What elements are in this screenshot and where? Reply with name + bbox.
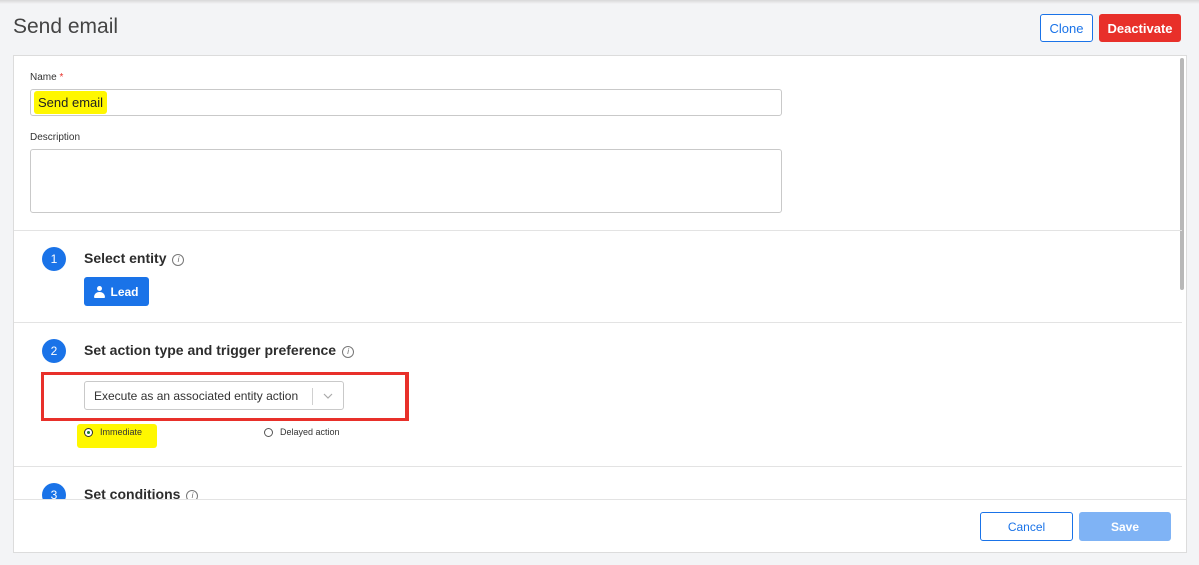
page-title: Send email: [13, 15, 119, 38]
entity-lead-button[interactable]: Lead: [84, 277, 149, 306]
radio-immediate-control[interactable]: [84, 427, 93, 437]
scrollbar[interactable]: [1178, 56, 1186, 496]
radio-delayed-action[interactable]: Delayed action: [264, 427, 340, 437]
user-icon: [94, 285, 106, 298]
radio-immediate[interactable]: Immediate: [84, 427, 142, 437]
action-type-selected: Execute as an associated entity action: [94, 388, 299, 403]
description-textarea[interactable]: [30, 149, 782, 213]
action-type-select[interactable]: Execute as an associated entity action: [84, 381, 344, 410]
step-2-badge: 2: [42, 339, 66, 363]
chevron-down-icon[interactable]: [321, 389, 334, 402]
topbar-shadow: [0, 0, 1199, 4]
entity-lead-label: Lead: [110, 284, 139, 299]
section-divider: [14, 322, 1182, 323]
step-1-title: Select entity i: [84, 250, 185, 266]
clone-button[interactable]: Clone: [1040, 14, 1093, 42]
scrollbar-thumb[interactable]: [1180, 58, 1184, 290]
name-input-value: Send email: [34, 91, 108, 114]
section-divider: [14, 230, 1182, 231]
cancel-button[interactable]: Cancel: [980, 512, 1073, 541]
name-input[interactable]: Send email: [30, 89, 782, 116]
info-icon[interactable]: i: [342, 346, 355, 358]
select-separator: [312, 388, 313, 405]
step-1-badge: 1: [42, 247, 66, 271]
radio-delayed-action-control[interactable]: [264, 427, 273, 437]
save-button[interactable]: Save: [1079, 512, 1171, 541]
name-label: Name *: [30, 72, 64, 83]
deactivate-button[interactable]: Deactivate: [1099, 14, 1181, 42]
info-icon[interactable]: i: [172, 254, 185, 266]
required-mark: *: [59, 72, 64, 83]
workflow-form-panel: Name * Send email Description 1 Select e…: [13, 55, 1187, 553]
section-divider: [14, 466, 1182, 467]
step-2-title: Set action type and trigger preference i: [84, 342, 355, 358]
radio-delayed-action-label: Delayed action: [280, 427, 340, 437]
radio-immediate-label: Immediate: [100, 427, 143, 437]
description-label: Description: [30, 132, 81, 143]
